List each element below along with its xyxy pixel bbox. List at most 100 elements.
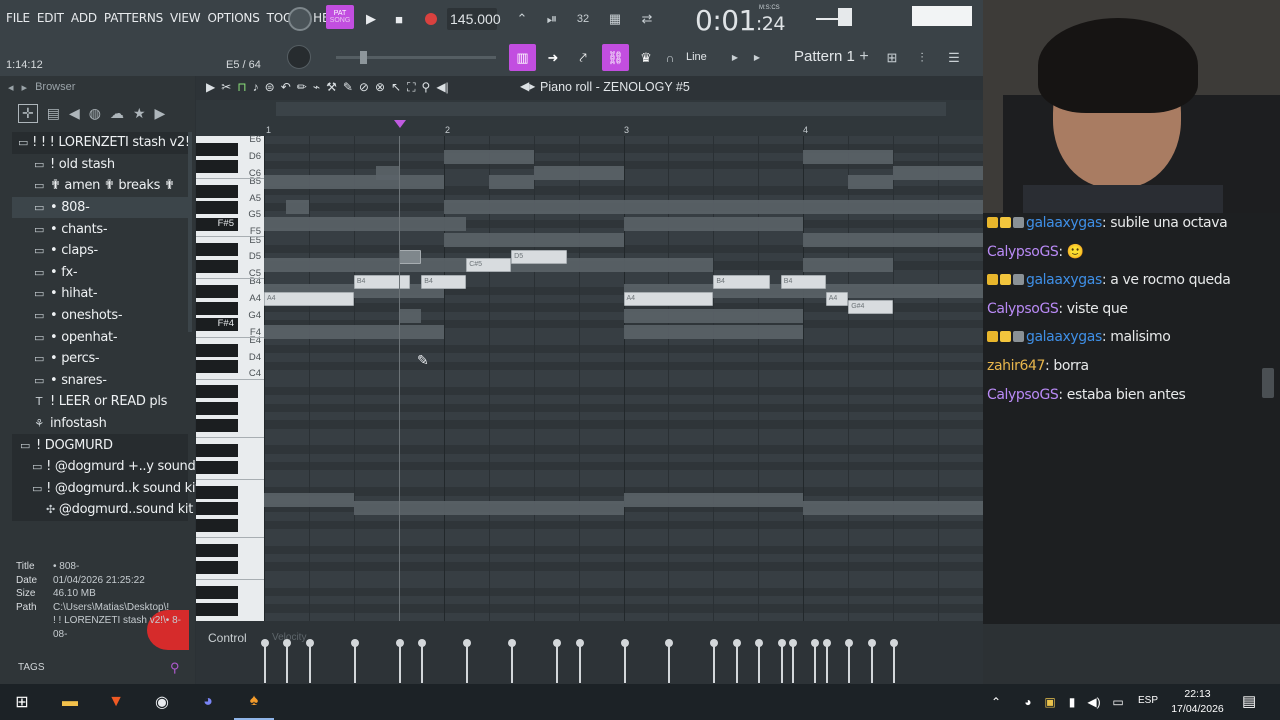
record-button[interactable] <box>420 8 442 30</box>
globe-icon[interactable]: ◍ <box>89 105 101 122</box>
snap-select[interactable]: Line <box>686 51 707 63</box>
black-key[interactable] <box>196 360 238 374</box>
magnet-icon[interactable]: ∩ <box>663 48 677 68</box>
piano-keyboard[interactable]: E6 D6 C6 B5 A5 G5 F#5 F5 E5 D5 C5 B4 A4 G4 F#4 F4 E4 D4 C4 <box>196 134 264 621</box>
chat-username[interactable]: zahir647 <box>987 358 1045 374</box>
black-key[interactable] <box>196 385 238 399</box>
note[interactable]: A4 <box>623 291 714 306</box>
chat-username[interactable]: CalypsoGS <box>987 244 1059 260</box>
menu-add[interactable]: ADD <box>71 11 97 25</box>
velocity-bar[interactable] <box>283 639 292 683</box>
menu-view[interactable]: VIEW <box>170 11 201 25</box>
browser-item[interactable]: ▭ • 808- <box>12 196 188 219</box>
speaker-icon[interactable]: ◀ <box>69 105 80 122</box>
black-key[interactable] <box>196 142 238 156</box>
pencil-icon[interactable]: ✏ <box>297 80 307 95</box>
menu-file[interactable]: FILE <box>6 11 30 25</box>
stamp-icon[interactable]: ⊜ <box>265 80 275 95</box>
black-key[interactable] <box>196 184 238 198</box>
chat-scrollbar[interactable] <box>1262 368 1274 398</box>
note[interactable]: B4 <box>421 275 467 290</box>
collapse-icon[interactable]: ◂ <box>8 81 14 94</box>
slice-icon[interactable]: ✎ <box>343 80 353 95</box>
master-pitch-slider[interactable] <box>336 51 496 64</box>
note[interactable]: B4 <box>780 275 826 290</box>
velocity-bar[interactable] <box>418 639 427 683</box>
browser-item[interactable]: ▭ • fx- <box>12 262 188 284</box>
velocity-bar[interactable] <box>777 639 786 683</box>
velocity-bar[interactable] <box>890 639 899 683</box>
notification-icon[interactable]: ▤ <box>1242 692 1256 710</box>
chat-username[interactable]: galaaxygas <box>1026 272 1102 288</box>
brush-icon[interactable]: ⤤ <box>571 46 595 70</box>
pitch-knob[interactable] <box>287 45 311 69</box>
velocity-bar[interactable] <box>463 639 472 683</box>
microphone-icon[interactable]: ▮ <box>1062 684 1082 720</box>
black-key[interactable] <box>196 259 238 273</box>
countdown-icon[interactable]: 32 <box>572 8 594 30</box>
velocity-bar[interactable] <box>575 639 584 683</box>
undo-icon[interactable]: ↶ <box>281 80 291 95</box>
velocity-bar[interactable] <box>553 639 562 683</box>
velocity-bar[interactable] <box>350 639 359 683</box>
velocity-bar[interactable] <box>665 639 674 683</box>
channel-rack-icon[interactable]: ⫶ <box>910 46 934 70</box>
system-clock[interactable]: 22:13 17/04/2026 <box>1165 687 1230 717</box>
delete-icon[interactable]: ⚒ <box>326 80 337 95</box>
note-grid[interactable]: A4 B4 B4 C#5 D5 A4 B4 B4 A4 G#4 <box>264 136 983 621</box>
black-key[interactable] <box>196 485 238 499</box>
fl-studio-icon[interactable]: ♠ <box>234 684 274 720</box>
note[interactable]: D5 <box>511 250 568 265</box>
arrow-right-icon[interactable]: ➜ <box>541 46 565 70</box>
wait-input-icon[interactable]: ⏯ <box>541 8 563 30</box>
browser-item[interactable]: ▭ • oneshots- <box>12 305 188 327</box>
pattern-select[interactable]: Pattern 1 <box>794 48 855 65</box>
black-key[interactable] <box>196 460 238 474</box>
black-key[interactable] <box>196 243 238 257</box>
black-key[interactable] <box>196 159 238 173</box>
expand-icon[interactable]: ▸ <box>22 81 28 94</box>
black-key[interactable] <box>196 586 238 600</box>
velocity-bar[interactable] <box>710 639 719 683</box>
velocity-bar[interactable] <box>789 639 798 683</box>
chat-username[interactable]: CalypsoGS <box>987 301 1059 317</box>
browser-item[interactable]: ▭! @dogmurd +..y sound kit <box>12 455 215 478</box>
note[interactable]: C#5 <box>466 258 512 273</box>
tag-search-icon[interactable]: ⚲ <box>170 660 180 676</box>
velocity-bar[interactable] <box>305 639 314 683</box>
browser-item[interactable]: ▭ • claps- <box>12 240 188 262</box>
browser-item[interactable]: ✣ @dogmurd..sound kit <box>12 499 193 521</box>
velocity-bar[interactable] <box>811 639 820 683</box>
browser-item[interactable]: ▭ ! old stash <box>12 154 188 176</box>
black-key[interactable] <box>196 301 238 315</box>
browser-item[interactable]: ▭ ✟ amen ✟ breaks ✟ <box>12 175 188 197</box>
black-key[interactable] <box>196 201 238 215</box>
select-icon[interactable]: ↖ <box>391 80 401 95</box>
erase-icon[interactable]: ⊗ <box>375 80 385 95</box>
pattern-prev-icon[interactable]: ▶ <box>752 51 762 63</box>
black-key[interactable] <box>196 602 238 616</box>
playback-icon[interactable]: ◀| <box>436 80 448 95</box>
network-icon[interactable]: ▭ <box>1108 684 1128 720</box>
chat-username[interactable]: galaaxygas <box>1026 215 1102 231</box>
volume-icon[interactable]: ◀) <box>1084 684 1104 720</box>
browser-item[interactable]: ⚘ infostash <box>12 413 188 435</box>
play-button[interactable]: ▶ <box>360 8 382 30</box>
black-key[interactable] <box>196 519 238 533</box>
note[interactable]: A4 <box>825 291 849 306</box>
menu-edit[interactable]: EDIT <box>37 11 64 25</box>
browser-item[interactable]: ▭ • percs- <box>12 348 188 370</box>
browser-item[interactable]: T ! LEER or READ pls <box>12 391 188 413</box>
velocity-bar[interactable] <box>620 639 629 683</box>
magnet-icon[interactable]: ⊓ <box>237 80 246 95</box>
file-explorer-icon[interactable]: ▬ <box>50 684 90 720</box>
obs-icon[interactable]: ◉ <box>142 684 182 720</box>
language-indicator[interactable]: ESP <box>1138 695 1158 706</box>
windows-start-icon[interactable]: ⊞ <box>2 684 42 720</box>
snap-dropdown-icon[interactable]: ▶ <box>730 51 740 63</box>
browser-item[interactable]: ▭ • snares- <box>12 370 188 392</box>
velocity-bar[interactable] <box>395 639 404 683</box>
note[interactable]: G#4 <box>848 300 894 315</box>
black-key[interactable] <box>196 285 238 299</box>
browser-mode-icon[interactable]: ✛ <box>18 103 38 123</box>
